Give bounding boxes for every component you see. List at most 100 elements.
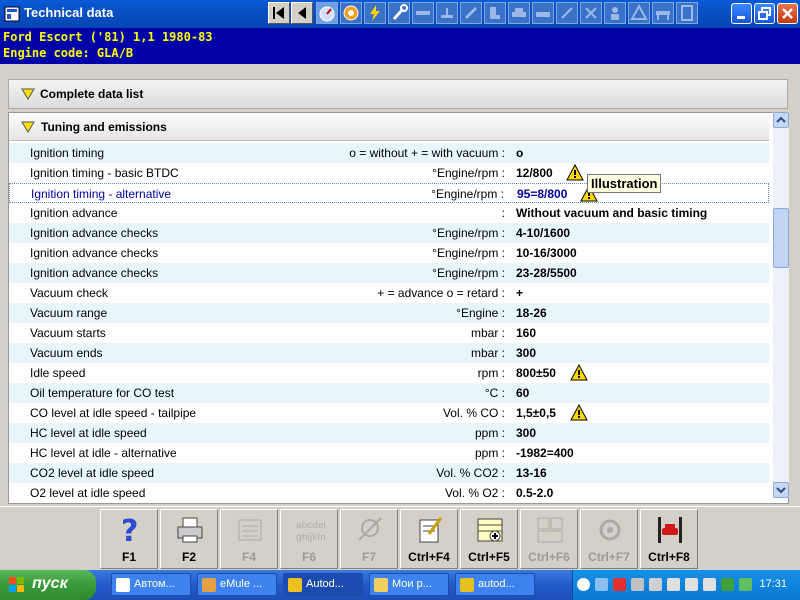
seat-icon <box>490 7 500 19</box>
table-row[interactable]: CO level at idle speed - tailpipe Vol. % … <box>9 403 769 423</box>
engine-code: Engine code: GLA/B <box>3 46 134 60</box>
tool-button-15[interactable] <box>652 2 674 24</box>
f1-help-button[interactable]: ? F1 <box>100 509 158 569</box>
tool-button-tuning[interactable] <box>316 2 338 24</box>
table-row[interactable]: O2 level at idle speed Vol. % O2 :0.5-2.0 <box>9 483 769 503</box>
complete-data-list-label: Complete data list <box>40 87 144 101</box>
table-row[interactable]: Ignition advance checks °Engine/rpm :23-2… <box>9 263 769 283</box>
add-table-icon <box>477 518 503 542</box>
folder-icon <box>374 578 388 592</box>
printer-icon <box>177 517 203 543</box>
volume-icon[interactable] <box>649 578 662 591</box>
jack-icon <box>441 8 453 18</box>
tuning-gauge-icon <box>319 6 335 22</box>
task-button-3[interactable]: Autod... <box>283 573 363 596</box>
complete-data-list-bar[interactable]: Complete data list <box>8 79 788 109</box>
table-row[interactable]: Ignition advance: Without vacuum and basi… <box>9 203 769 223</box>
table-row[interactable]: Ignition timing o = without + = with vacu… <box>9 143 769 163</box>
tuning-section-label: Tuning and emissions <box>41 120 167 134</box>
f4-button[interactable]: F4 <box>220 509 278 569</box>
ctrl-f5-button[interactable]: Ctrl+F5 <box>460 509 518 569</box>
tool-button-9[interactable] <box>508 2 530 24</box>
task-button-5[interactable]: autod... <box>455 573 535 596</box>
vehicle-header: Ford Escort ('81) 1,1 1980-83 Engine cod… <box>0 28 800 64</box>
sync-icon[interactable] <box>739 578 752 591</box>
first-record-button[interactable] <box>268 2 290 24</box>
minimize-button[interactable] <box>731 3 752 24</box>
tuning-section-header[interactable]: Tuning and emissions <box>9 113 769 141</box>
car-side-icon <box>536 12 550 17</box>
chevron-up-icon <box>776 116 786 123</box>
shield-icon[interactable] <box>631 578 644 591</box>
table-row[interactable]: Idle speed rpm :800±50 <box>9 363 769 383</box>
counter-icon[interactable] <box>721 578 734 591</box>
tool-button-wrench[interactable] <box>388 2 410 24</box>
title-bar: Technical data <box>0 0 800 28</box>
tool-button-6[interactable] <box>436 2 458 24</box>
scroll-thumb[interactable] <box>773 208 789 268</box>
taskbar: пуск Автом... eMule ... Autod... Мои р..… <box>0 570 800 600</box>
f6-button[interactable]: abcdef ghijklm F6 <box>280 509 338 569</box>
tool-button-16[interactable] <box>676 2 698 24</box>
task-button-1[interactable]: Автом... <box>111 573 191 596</box>
table-row[interactable]: Vacuum range °Engine :18-26 <box>9 303 769 323</box>
app-tray-icon[interactable] <box>613 578 626 591</box>
vertical-scrollbar[interactable] <box>773 112 789 498</box>
warning-icon[interactable] <box>566 164 584 181</box>
tool-button-12[interactable] <box>580 2 602 24</box>
f2-print-button[interactable]: F2 <box>160 509 218 569</box>
belt-icon <box>416 11 430 15</box>
table-row[interactable]: Oil temperature for CO test °C :60 <box>9 383 769 403</box>
tool-button-14[interactable] <box>628 2 650 24</box>
ctrl-f6-button[interactable]: Ctrl+F6 <box>520 509 578 569</box>
warning-icon[interactable] <box>570 364 588 381</box>
close-button[interactable] <box>777 3 798 24</box>
tool-button-10[interactable] <box>532 2 554 24</box>
table-row[interactable]: Ignition advance checks °Engine/rpm :10-1… <box>9 243 769 263</box>
table-row[interactable]: Ignition advance checks °Engine/rpm :4-10… <box>9 223 769 243</box>
person-icon <box>611 7 619 20</box>
keyboard-letters-icon: abcdef ghijklm <box>296 521 325 543</box>
gear-icon <box>599 519 621 541</box>
restore-button[interactable] <box>754 3 775 24</box>
brush-icon <box>464 6 478 20</box>
task-button-4[interactable]: Мои р... <box>369 573 449 596</box>
tool-button-13[interactable] <box>604 2 626 24</box>
tray-expand-icon[interactable] <box>577 578 590 591</box>
tool-button-5[interactable] <box>412 2 434 24</box>
tool-button-emissions[interactable] <box>340 2 362 24</box>
autodata-icon <box>288 578 302 592</box>
start-button[interactable]: пуск <box>0 570 96 600</box>
table-row[interactable]: HC level at idle - alternative ppm : -1982… <box>9 443 769 463</box>
table-row[interactable]: CO2 level at idle speed Vol. % CO2 :13-16 <box>9 463 769 483</box>
ctrl-f8-button[interactable]: Ctrl+F8 <box>640 509 698 569</box>
svg-text:abcdef: abcdef <box>296 521 325 531</box>
disk-icon[interactable] <box>703 578 716 591</box>
tool-button-11[interactable] <box>556 2 578 24</box>
table-row[interactable]: HC level at idle speed ppm :300 <box>9 423 769 443</box>
scroll-up-button[interactable] <box>773 112 789 128</box>
number-icon[interactable] <box>685 578 698 591</box>
electrics-icon <box>370 5 380 21</box>
task-button-2[interactable]: eMule ... <box>197 573 277 596</box>
tool-button-7[interactable] <box>460 2 482 24</box>
function-key-bar: ? F1 F2 F4 abcdef ghijklm F6 F7 Ctrl+F4 C… <box>0 506 800 571</box>
table-row[interactable]: Vacuum starts mbar :160 <box>9 323 769 343</box>
table-row[interactable]: Vacuum ends mbar :300 <box>9 343 769 363</box>
previous-icon <box>298 7 306 19</box>
help-question-icon: ? <box>121 514 138 546</box>
ctrl-f4-button[interactable]: Ctrl+F4 <box>400 509 458 569</box>
tool-button-electrics[interactable] <box>364 2 386 24</box>
table-row[interactable]: Vacuum check + = advance o = retard : + <box>9 283 769 303</box>
previous-record-button[interactable] <box>291 2 313 24</box>
f7-button[interactable]: F7 <box>340 509 398 569</box>
svg-text:ghijklm: ghijklm <box>296 533 325 543</box>
autodata-icon <box>460 578 474 592</box>
network-icon[interactable] <box>595 578 608 591</box>
scroll-down-button[interactable] <box>773 482 789 498</box>
lang-icon[interactable] <box>667 578 680 591</box>
warning-icon[interactable] <box>570 404 588 421</box>
svg-text:?: ? <box>121 514 138 546</box>
ctrl-f7-button[interactable]: Ctrl+F7 <box>580 509 638 569</box>
tool-button-8[interactable] <box>484 2 506 24</box>
